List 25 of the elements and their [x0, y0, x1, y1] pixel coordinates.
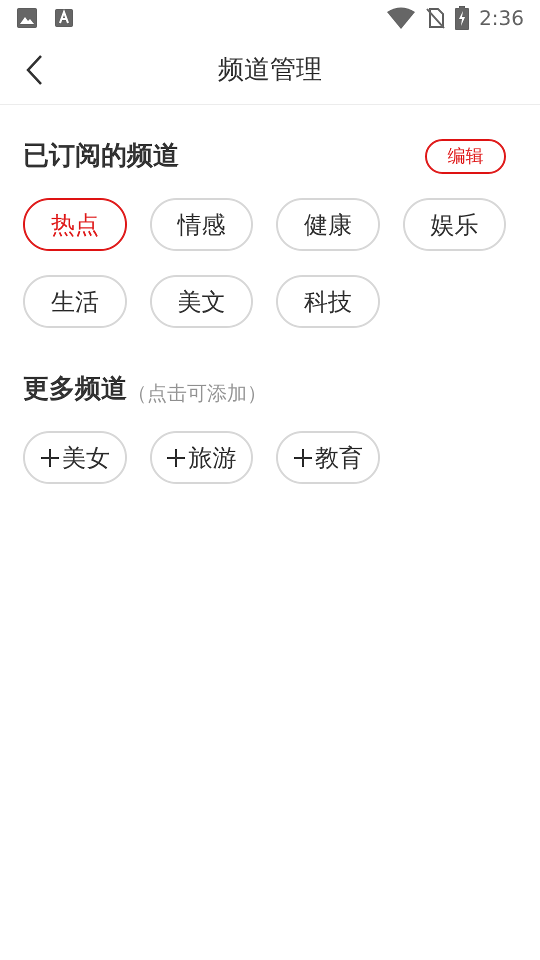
- channel-chip[interactable]: 热点: [23, 198, 126, 251]
- plus-icon: [292, 448, 313, 468]
- text-icon: [54, 8, 74, 28]
- channel-chip[interactable]: 健康: [276, 198, 380, 251]
- add-channel-chip[interactable]: 美女: [23, 431, 126, 484]
- add-channel-chip[interactable]: 旅游: [150, 431, 253, 484]
- plus-icon: [40, 448, 60, 468]
- add-channel-chip[interactable]: 教育: [276, 431, 380, 484]
- channel-chip[interactable]: 情感: [150, 198, 253, 251]
- battery-icon: [455, 6, 470, 30]
- plus-icon: [166, 448, 186, 468]
- section-hint: （点击可添加）: [127, 380, 267, 407]
- channel-chip[interactable]: 娱乐: [402, 198, 506, 251]
- clock-time: 2:36: [479, 5, 524, 32]
- channel-chip[interactable]: 生活: [23, 275, 126, 328]
- channel-chip[interactable]: 科技: [276, 275, 380, 328]
- channel-chip[interactable]: 美文: [150, 275, 253, 328]
- back-icon[interactable]: [25, 54, 43, 86]
- image-icon: [16, 7, 38, 29]
- edit-button[interactable]: 编辑: [425, 139, 506, 174]
- section-title: 更多频道: [23, 373, 127, 406]
- page-title: 频道管理: [218, 54, 322, 86]
- no-sim-icon: [425, 7, 446, 29]
- wifi-icon: [387, 7, 416, 29]
- section-title: 已订阅的频道: [23, 140, 179, 173]
